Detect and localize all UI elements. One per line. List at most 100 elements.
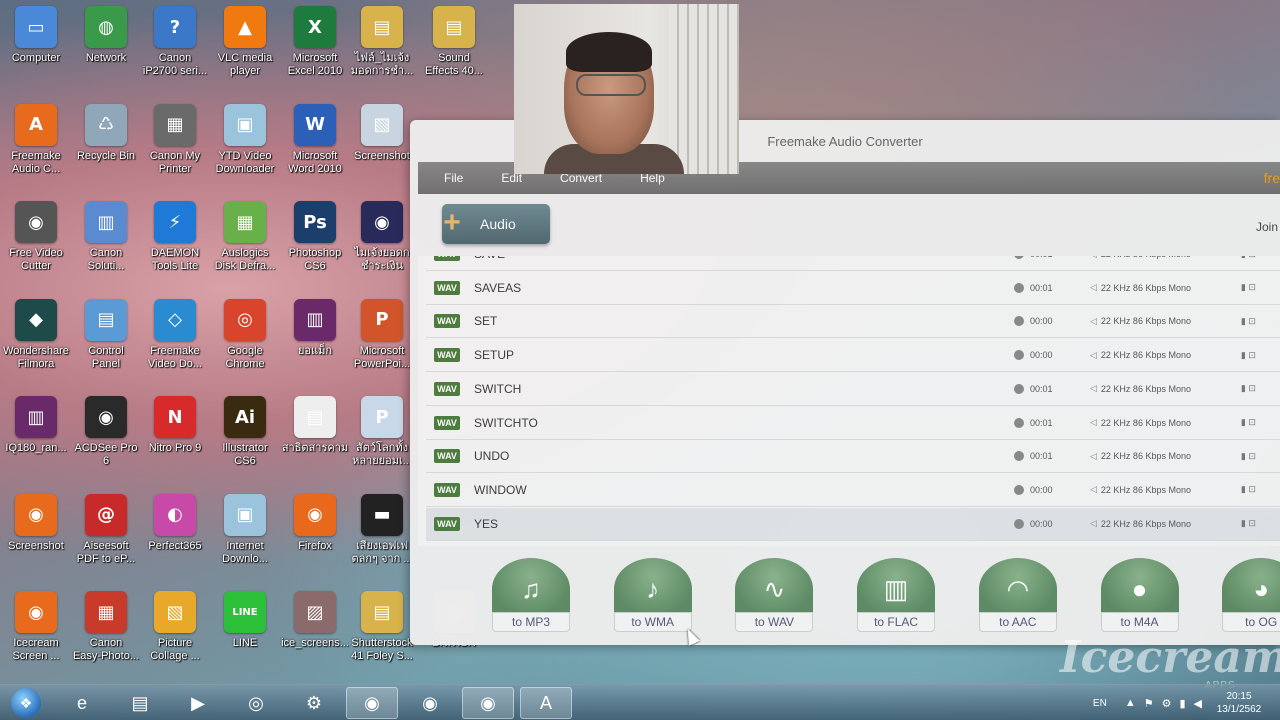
desktop-icon[interactable]: ▬ เสียงเอฟเฟ ตลกๆ จาก ... [346, 488, 418, 580]
ie-icon[interactable]: e [56, 687, 108, 719]
add-audio-button[interactable]: + Audio [442, 204, 550, 244]
convert-button[interactable]: ● to M4A [1100, 558, 1179, 634]
desktop-icon-label: Microsoft PowerPoi... [353, 344, 411, 370]
convert-button[interactable]: ∿ to WAV [735, 558, 814, 634]
file-row[interactable]: WAV SETUP 00:00 ◁ 22 KHz 86 Kbps Mono ▮ ⊡ [426, 339, 1280, 373]
desktop-icon[interactable]: N Nitro Pro 9 [139, 390, 211, 482]
start-button[interactable]: ❖ [6, 686, 46, 720]
desktop-icon[interactable]: ◆ Wondershare Filmora [0, 293, 72, 385]
file-row[interactable]: WAV YES 00:00 ◁ 22 KHz 86 Kbps Mono ▮ ⊡ [426, 507, 1280, 541]
daemon-taskbar-icon[interactable]: ⚙ [288, 687, 340, 719]
clock[interactable]: 20:15 13/1/2562 [1210, 690, 1268, 716]
desktop-icon[interactable]: ▣ Internet Downlo... [209, 488, 281, 580]
desktop-icon-label: เสียงเอฟเฟ ตลกๆ จาก ... [351, 539, 413, 565]
show-hidden-icons-icon[interactable]: ▲ [1125, 697, 1136, 709]
file-settings-icon[interactable]: ▮ ⊡ [1241, 256, 1256, 260]
file-settings-icon[interactable]: ▮ ⊡ [1241, 518, 1256, 529]
desktop-icon[interactable]: P สัตว์โลกทั้ง หลายยอมเ... [346, 390, 418, 482]
desktop-icon[interactable]: W Microsoft Word 2010 [279, 98, 351, 190]
desktop-icon[interactable]: ▲ VLC media player [209, 0, 281, 92]
convert-button[interactable]: ♫ to MP3 [492, 558, 570, 634]
file-row[interactable]: WAV SWITCH 00:01 ◁ 22 KHz 86 Kbps Mono ▮ ⊡ [426, 373, 1280, 406]
menu-file[interactable]: File [444, 171, 463, 185]
desktop-icon[interactable]: ▥ ยอแม็ก [279, 293, 351, 385]
desktop-icon-label: Perfect365 [148, 539, 202, 552]
screenshot-taskbar-icon[interactable]: ◉ [404, 687, 456, 719]
desktop-icon[interactable]: ▤ Control Panel [70, 293, 142, 385]
desktop-icon[interactable]: ▣ YTD Video Downloader [209, 98, 281, 190]
desktop-icon[interactable]: Ps Photoshop CS6 [279, 195, 351, 287]
convert-button[interactable]: ◕ to OG [1222, 558, 1280, 634]
ytd-icon: ▣ [224, 103, 266, 146]
desktop-icon[interactable]: ▦ Canon Easy-Photo... [70, 585, 142, 677]
desktop-icon[interactable]: ▭ Computer [0, 0, 72, 92]
desktop-icon[interactable]: ▦ Canon My Printer [139, 98, 211, 190]
file-settings-icon[interactable]: ▮ ⊡ [1241, 316, 1256, 327]
file-row[interactable]: WAV SAVEAS 00:01 ◁ 22 KHz 86 Kbps Mono ▮ ⊡ [426, 272, 1280, 305]
file-settings-icon[interactable]: ▮ ⊡ [1241, 451, 1256, 462]
desktop-icon[interactable]: ▥ Canon Soluti... [70, 195, 142, 287]
desktop-icon[interactable]: ▤ สาธิตสารคาม [279, 390, 351, 482]
language-indicator[interactable]: EN [1093, 698, 1107, 709]
desktop-icon[interactable]: ? Canon iP2700 seri... [139, 0, 211, 92]
convert-button[interactable]: ◠ to AAC [978, 558, 1057, 634]
acdsee-icon: ◉ [85, 396, 127, 438]
desktop-icon[interactable]: A Freemake Audio C... [0, 98, 72, 190]
file-settings-icon[interactable]: ▮ ⊡ [1241, 484, 1256, 495]
file-row[interactable]: WAV WINDOW 00:00 ◁ 22 KHz 86 Kbps Mono ▮ ⊡ [426, 474, 1280, 507]
desktop-icon[interactable]: ▤ ไฟล์_ไมเจ้ง มอดการชำ... [346, 0, 418, 92]
desktop-icon[interactable]: ▤ Shutterstock 41 Foley S... [346, 585, 418, 677]
media-player-icon[interactable]: ▶ [172, 687, 224, 719]
desktop-icon-label: Screenshot [8, 539, 64, 552]
desktop-icon[interactable]: X Microsoft Excel 2010 [279, 0, 351, 92]
file-settings-icon[interactable]: ▮ ⊡ [1241, 383, 1256, 394]
file-settings-icon[interactable]: ▮ ⊡ [1241, 350, 1256, 361]
file-row[interactable]: WAV SAVE 00:01◁ 22 KHz 86 Kbps Mono ▮ ⊡ [426, 256, 1280, 271]
desktop-icon[interactable]: ◉ ACDSee Pro 6 [70, 390, 142, 482]
desktop-icon[interactable]: ◉ Icecream Screen ... [0, 585, 72, 677]
desktop-icon[interactable]: ◉ Firefox [279, 488, 351, 580]
tray-app-icon[interactable]: ⚙ [1162, 697, 1172, 710]
network-signal-icon[interactable]: ▮ [1179, 697, 1185, 710]
file-duration: 00:00 [1030, 316, 1053, 327]
desktop-icon[interactable]: ◇ Freemake Video Do... [139, 293, 211, 385]
desktop-icon[interactable]: ♺ Recycle Bin [70, 98, 142, 190]
firefox-icon[interactable]: ◉ [462, 687, 514, 719]
freemake-logo[interactable]: fre [1264, 170, 1280, 186]
desktop-icon[interactable]: LINE LINE [209, 585, 281, 677]
convert-button[interactable]: ▥ to FLAC [857, 558, 936, 634]
freemake-audio-taskbar-icon[interactable]: A [520, 687, 572, 719]
file-settings-icon[interactable]: ▮ ⊡ [1241, 282, 1256, 293]
desktop-icon[interactable]: @ Aiseesoft PDF to eP... [70, 488, 142, 580]
desktop-icon[interactable]: P Microsoft PowerPoi... [346, 293, 418, 385]
file-row[interactable]: WAV SET 00:00 ◁ 22 KHz 86 Kbps Mono ▮ ⊡ [426, 305, 1280, 339]
desktop-icon[interactable]: ◉ ไมเจ้งยอดก ชำระเงิน [346, 195, 418, 287]
desktop-icon[interactable]: ◍ Network [70, 0, 142, 92]
word-icon: W [294, 103, 336, 146]
volume-icon[interactable]: ◀ [1194, 697, 1202, 710]
printer-help-icon: ? [154, 6, 196, 48]
file-row[interactable]: WAV SWITCHTO 00:01 ◁ 22 KHz 86 Kbps Mono ▮ ⊡ [426, 407, 1280, 440]
file-name: WINDOW [474, 482, 527, 497]
desktop-icon[interactable]: ◉ Free Video Cutter [0, 195, 72, 287]
explorer-icon[interactable]: ▤ [114, 687, 166, 719]
desktop-icon[interactable]: ⚡ DAEMON Tools Lite [139, 195, 211, 287]
desktop-icon[interactable]: Ai Illustrator CS6 [209, 390, 281, 482]
desktop-icon[interactable]: ▥ IQ180_ran... [0, 390, 72, 482]
desktop-icon[interactable]: ▨ ice_screens... [279, 585, 351, 677]
action-center-icon[interactable]: ⚑ [1144, 697, 1154, 710]
desktop-icon[interactable]: ◉ Screenshot [0, 488, 72, 580]
file-settings-icon[interactable]: ▮ ⊡ [1241, 417, 1256, 428]
desktop-icon[interactable]: ▧ Screenshot [346, 98, 418, 190]
desktop-icon[interactable]: ▦ Auslogics Disk Defra... [209, 195, 281, 287]
desktop-icon[interactable]: ▤ Sound Effects 40... [418, 0, 490, 92]
desktop-icon[interactable]: ◐ Perfect365 [139, 488, 211, 580]
file-row[interactable]: WAV UNDO 00:01 ◁ 22 KHz 86 Kbps Mono ▮ ⊡ [426, 440, 1280, 474]
chrome-icon[interactable]: ◎ [230, 687, 282, 719]
desktop-icon[interactable]: ▧ Picture Collage ... [139, 585, 211, 677]
icecream-recorder-icon[interactable]: ◉ [346, 687, 398, 719]
convert-button[interactable]: ♪ to WMA [613, 558, 692, 634]
join-files-toggle[interactable]: Join [1256, 220, 1278, 234]
desktop-icon[interactable]: ◎ Google Chrome [209, 293, 281, 385]
firefox-doc-icon: ◉ [361, 201, 403, 243]
